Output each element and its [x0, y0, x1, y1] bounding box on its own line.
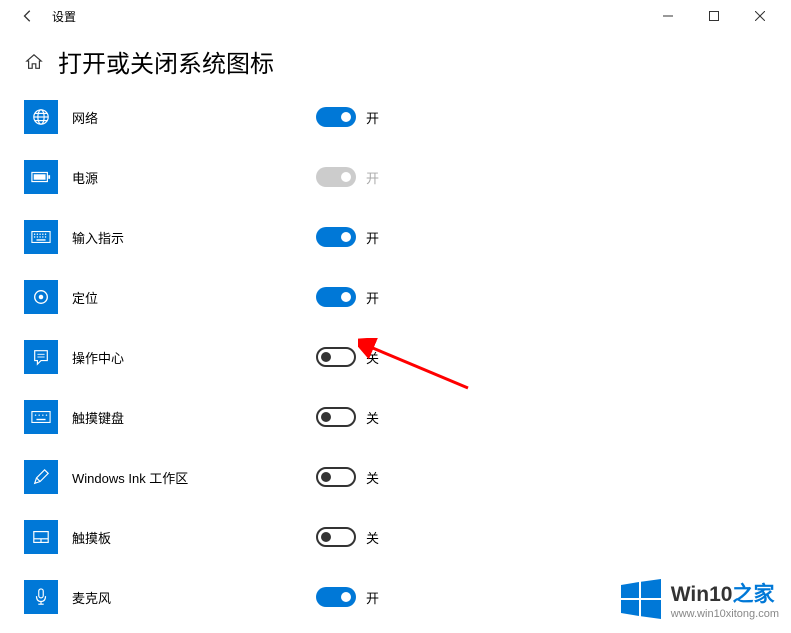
ink-icon-tile	[24, 460, 58, 494]
toggle-state-label: 开	[366, 288, 379, 307]
setting-label: 操作中心	[72, 348, 302, 367]
toggle-touchpad[interactable]	[316, 527, 356, 547]
globe-icon	[32, 108, 50, 126]
titlebar: 设置	[0, 0, 791, 32]
setting-row-network: 网络 开	[24, 87, 767, 147]
location-icon	[32, 288, 50, 306]
toggle-location[interactable]	[316, 287, 356, 307]
toggle-state-label: 开	[366, 168, 379, 187]
setting-row-power: 电源 开	[24, 147, 767, 207]
setting-row-location: 定位 开	[24, 267, 767, 327]
minimize-button[interactable]	[645, 0, 691, 32]
toggle-ink[interactable]	[316, 467, 356, 487]
setting-label: 电源	[72, 168, 302, 187]
page-header: 打开或关闭系统图标	[0, 32, 791, 87]
touch-keyboard-icon-tile	[24, 400, 58, 434]
back-button[interactable]	[8, 0, 48, 32]
location-icon-tile	[24, 280, 58, 314]
setting-row-action-center: 操作中心 关	[24, 327, 767, 387]
toggle-state-label: 开	[366, 588, 379, 607]
toggle-input[interactable]	[316, 227, 356, 247]
setting-label: 网络	[72, 108, 302, 127]
windows-logo-icon	[619, 577, 663, 621]
toggle-state-label: 开	[366, 228, 379, 247]
watermark-url: www.win10xitong.com	[671, 608, 779, 620]
microphone-icon	[34, 588, 48, 606]
close-icon	[755, 11, 765, 21]
action-center-icon-tile	[24, 340, 58, 374]
toggle-state-label: 关	[366, 408, 379, 427]
keyboard-icon	[31, 230, 51, 244]
toggle-microphone[interactable]	[316, 587, 356, 607]
toggle-action-center[interactable]	[316, 347, 356, 367]
power-icon-tile	[24, 160, 58, 194]
toggle-network[interactable]	[316, 107, 356, 127]
setting-row-ink: Windows Ink 工作区 关	[24, 447, 767, 507]
maximize-button[interactable]	[691, 0, 737, 32]
setting-label: 定位	[72, 288, 302, 307]
minimize-icon	[663, 11, 673, 21]
microphone-icon-tile	[24, 580, 58, 614]
touchpad-icon	[32, 529, 50, 545]
toggle-state-label: 开	[366, 108, 379, 127]
setting-label: 触摸键盘	[72, 408, 302, 427]
home-button[interactable]	[24, 52, 44, 72]
watermark: Win10之家 www.win10xitong.com	[619, 577, 779, 621]
setting-label: Windows Ink 工作区	[72, 468, 302, 487]
setting-row-touch-keyboard: 触摸键盘 关	[24, 387, 767, 447]
back-arrow-icon	[21, 9, 35, 23]
input-icon-tile	[24, 220, 58, 254]
pen-icon	[32, 468, 50, 486]
toggle-state-label: 关	[366, 468, 379, 487]
setting-label: 麦克风	[72, 588, 302, 607]
settings-list: 网络 开 电源 开 输入指示 开 定位 开	[0, 87, 791, 627]
setting-label: 触摸板	[72, 528, 302, 547]
toggle-state-label: 关	[366, 528, 379, 547]
maximize-icon	[709, 11, 719, 21]
toggle-power	[316, 167, 356, 187]
toggle-state-label: 关	[366, 348, 379, 367]
touchpad-icon-tile	[24, 520, 58, 554]
watermark-title: Win10之家	[671, 578, 779, 608]
setting-label: 输入指示	[72, 228, 302, 247]
app-title: 设置	[52, 8, 76, 25]
close-button[interactable]	[737, 0, 783, 32]
page-title: 打开或关闭系统图标	[58, 44, 274, 79]
notification-icon	[32, 348, 50, 366]
battery-icon	[31, 170, 51, 184]
setting-row-touchpad: 触摸板 关	[24, 507, 767, 567]
network-icon-tile	[24, 100, 58, 134]
toggle-touch-keyboard[interactable]	[316, 407, 356, 427]
setting-row-input: 输入指示 开	[24, 207, 767, 267]
touch-keyboard-icon	[31, 410, 51, 424]
home-icon	[25, 53, 43, 71]
